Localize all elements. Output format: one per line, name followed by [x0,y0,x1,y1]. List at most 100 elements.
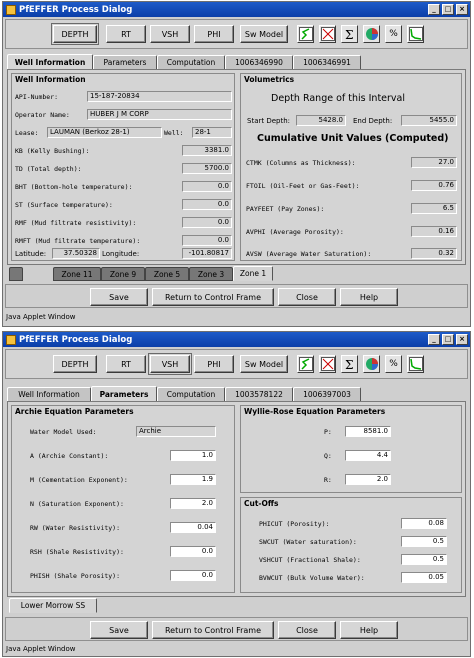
vsh-button[interactable]: VSH [150,25,190,43]
rt-button[interactable]: RT [106,355,146,373]
rmf-label: RMF (Mud filtrate resistivity): [15,219,137,227]
rmf-field[interactable]: 0.0 [182,217,232,228]
n-label: N (Saturation Exponent): [30,500,124,508]
save-button[interactable]: Save [90,288,148,306]
tab-zone-id-1[interactable]: 1006346990 [225,55,293,69]
crossplot-icon[interactable] [319,355,336,373]
vshcut-input[interactable]: 0.5 [401,554,447,565]
tab-well-information[interactable]: Well Information [7,387,91,401]
title-bar[interactable]: PfEFFER Process Dialog _ □ × [3,2,470,17]
vsh-button[interactable]: VSH [148,353,192,375]
phi-button[interactable]: PHI [194,25,234,43]
zone-tab-1[interactable]: Zone 1 [233,266,273,281]
tab-zone-id-1[interactable]: 1003578122 [225,387,293,401]
footer-button-bar: Save Return to Control Frame Close Help [5,284,468,308]
maximize-icon[interactable]: □ [442,334,454,345]
swcut-input[interactable]: 0.5 [401,536,447,547]
curve-plot-icon[interactable] [407,25,424,43]
sigma-icon[interactable]: Σ [341,25,358,43]
bvwcut-input[interactable]: 0.05 [401,572,447,583]
tab-computation[interactable]: Computation [157,55,225,69]
tab-zone-id-2[interactable]: 1006346991 [293,55,361,69]
status-bar: Java Applet Window [6,313,76,321]
p-label: P: [324,428,332,436]
rw-input[interactable]: 0.04 [170,522,216,533]
zone-tab-5[interactable]: Zone 5 [145,267,189,281]
log-plot-icon[interactable] [297,25,314,43]
save-button[interactable]: Save [90,621,148,639]
curve-plot-icon[interactable] [407,355,424,373]
depth-button[interactable]: DEPTH [51,23,99,45]
return-to-control-frame-button[interactable]: Return to Control Frame [152,621,274,639]
rt-button[interactable]: RT [106,25,146,43]
help-button[interactable]: Help [340,621,398,639]
ftoil-field[interactable]: 0.76 [411,180,457,191]
help-button[interactable]: Help [340,288,398,306]
avphi-field[interactable]: 0.16 [411,226,457,237]
maximize-icon[interactable]: □ [442,4,454,15]
tab-zone-id-2[interactable]: 1006397003 [293,387,361,401]
latitude-field[interactable]: 37.50328 [52,248,100,259]
a-input[interactable]: 1.0 [170,450,216,461]
ctmk-field[interactable]: 27.0 [411,157,457,168]
n-input[interactable]: 2.0 [170,498,216,509]
bht-field[interactable]: 0.0 [182,181,232,192]
sw-model-button[interactable]: Sw Model [240,355,288,373]
minimize-icon[interactable]: _ [428,4,440,15]
zone-tab-11[interactable]: Zone 11 [53,267,101,281]
tab-well-information[interactable]: Well Information [7,54,93,69]
operator-field[interactable]: HUBER J M CORP [87,109,232,120]
process-dialog-window-2: PfEFFER Process Dialog _ □ × DEPTH RT VS… [2,331,471,657]
svg-text:Σ: Σ [345,28,353,41]
lease-label: Lease: [15,129,39,137]
tab-parameters[interactable]: Parameters [93,55,157,69]
rsh-label: RSH (Shale Resistivity): [30,548,124,556]
well-field[interactable]: 28-1 [192,127,232,138]
lease-field[interactable]: LAUMAN (Berkoz 28-1) [47,127,162,138]
td-field[interactable]: 5700.0 [182,163,232,174]
p-input[interactable]: 8581.0 [345,426,391,437]
pie-chart-icon[interactable] [363,25,380,43]
payfeet-field[interactable]: 6.5 [411,203,457,214]
crossplot-icon[interactable] [319,25,336,43]
st-field[interactable]: 0.0 [182,199,232,210]
phi-button[interactable]: PHI [194,355,234,373]
return-to-control-frame-button[interactable]: Return to Control Frame [152,288,274,306]
phicut-input[interactable]: 0.08 [401,518,447,529]
close-icon[interactable]: × [456,334,468,345]
kb-field[interactable]: 3381.0 [182,145,232,156]
depth-button[interactable]: DEPTH [53,355,97,373]
start-depth-field[interactable]: 5428.0 [296,115,346,126]
ctmk-label: CTMK (Columns as Thickness): [246,159,356,167]
zone-tab-9[interactable]: Zone 9 [101,267,145,281]
end-depth-field[interactable]: 5455.0 [401,115,457,126]
rsh-input[interactable]: 0.0 [170,546,216,557]
pie-chart-icon[interactable] [363,355,380,373]
percent-icon[interactable]: % [385,25,402,43]
close-button[interactable]: Close [278,288,336,306]
rmft-field[interactable]: 0.0 [182,235,232,246]
main-tabs: Well Information Parameters Computation … [7,386,466,401]
toolbar: DEPTH RT VSH PHI Sw Model Σ % [5,349,468,379]
avsw-label: AVSW (Average Water Saturation): [246,250,372,258]
phish-input[interactable]: 0.0 [170,570,216,581]
api-field[interactable]: 15-187-20834 [87,91,232,102]
avsw-field[interactable]: 0.32 [411,248,457,259]
zone-tab-lower-morrow[interactable]: Lower Morrow SS [9,598,97,613]
minimize-icon[interactable]: _ [428,334,440,345]
zone-tab-3[interactable]: Zone 3 [189,267,233,281]
q-input[interactable]: 4.4 [345,450,391,461]
longitude-field[interactable]: -101.80817 [182,248,232,259]
close-button[interactable]: Close [278,621,336,639]
title-bar[interactable]: PfEFFER Process Dialog _ □ × [3,332,470,347]
close-icon[interactable]: × [456,4,468,15]
log-plot-icon[interactable] [297,355,314,373]
zone-tab-scroll[interactable] [9,267,23,281]
sw-model-button[interactable]: Sw Model [240,25,288,43]
tab-computation[interactable]: Computation [157,387,225,401]
sigma-icon[interactable]: Σ [341,355,358,373]
m-input[interactable]: 1.9 [170,474,216,485]
r-input[interactable]: 2.0 [345,474,391,485]
percent-icon[interactable]: % [385,355,402,373]
tab-parameters[interactable]: Parameters [91,386,157,401]
